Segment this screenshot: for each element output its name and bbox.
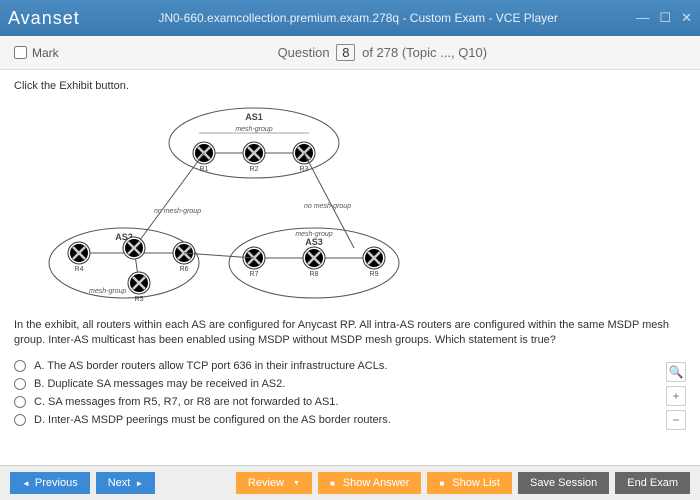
svg-text:R6: R6 (180, 266, 189, 273)
answer-d-radio[interactable] (14, 414, 26, 426)
svg-text:R1: R1 (200, 166, 209, 173)
question-header: Mark Question 8 of 278 (Topic ..., Q10) (0, 36, 700, 70)
mark-checkbox-wrap[interactable]: Mark (14, 46, 59, 60)
next-button[interactable]: Next (96, 472, 156, 494)
content-area: Click the Exhibit button. AS1 mesh-group… (0, 70, 700, 465)
window-controls: — ☐ ✕ (636, 10, 692, 26)
svg-text:R9: R9 (370, 271, 379, 278)
svg-text:no mesh-group: no mesh-group (154, 208, 201, 215)
answer-list: A. The AS border routers allow TCP port … (14, 357, 686, 429)
svg-text:R2: R2 (250, 166, 259, 173)
title-bar: Avanset JN0-660.examcollection.premium.e… (0, 0, 700, 36)
svg-text:AS1: AS1 (245, 112, 263, 122)
question-number: 8 (336, 44, 355, 61)
svg-text:AS3: AS3 (305, 237, 323, 247)
zoom-in-button[interactable]: + (666, 386, 686, 406)
window-title: JN0-660.examcollection.premium.exam.278q… (158, 11, 557, 25)
answer-b-radio[interactable] (14, 378, 26, 390)
close-icon[interactable]: ✕ (681, 10, 692, 26)
answer-c-radio[interactable] (14, 396, 26, 408)
instruction-text: Click the Exhibit button. (14, 80, 686, 92)
network-diagram: AS1 mesh-group R1 R2 R3 no mesh-group no… (44, 98, 414, 308)
answer-a-radio[interactable] (14, 360, 26, 372)
svg-text:R3: R3 (300, 166, 309, 173)
svg-text:mesh-group: mesh-group (235, 126, 272, 133)
previous-button[interactable]: Previous (10, 472, 90, 494)
zoom-controls: 🔍 + − (666, 362, 686, 430)
save-session-button[interactable]: Save Session (518, 472, 609, 494)
svg-text:R7: R7 (250, 271, 259, 278)
answer-d[interactable]: D. Inter-AS MSDP peerings must be config… (14, 411, 686, 429)
end-exam-button[interactable]: End Exam (615, 472, 690, 494)
app-logo: Avanset (8, 8, 80, 29)
answer-c[interactable]: C. SA messages from R5, R7, or R8 are no… (14, 393, 686, 411)
mark-checkbox[interactable] (14, 46, 27, 59)
svg-text:no mesh-group: no mesh-group (304, 203, 351, 210)
answer-a[interactable]: A. The AS border routers allow TCP port … (14, 357, 686, 375)
footer-toolbar: Previous Next Review Show Answer Show Li… (0, 465, 700, 500)
svg-text:R4: R4 (75, 266, 84, 273)
show-answer-button[interactable]: Show Answer (318, 472, 422, 494)
svg-text:R5: R5 (135, 296, 144, 303)
svg-text:mesh-group: mesh-group (295, 231, 332, 238)
minimize-icon[interactable]: — (636, 10, 649, 26)
mark-label: Mark (32, 46, 59, 60)
question-counter: Question 8 of 278 (Topic ..., Q10) (79, 44, 686, 61)
zoom-search-button[interactable]: 🔍 (666, 362, 686, 382)
maximize-icon[interactable]: ☐ (659, 10, 671, 26)
answer-b[interactable]: B. Duplicate SA messages may be received… (14, 375, 686, 393)
show-list-button[interactable]: Show List (427, 472, 512, 494)
question-text: In the exhibit, all routers within each … (14, 318, 686, 349)
svg-text:R8: R8 (310, 271, 319, 278)
zoom-out-button[interactable]: − (666, 410, 686, 430)
review-button[interactable]: Review (236, 472, 312, 494)
svg-text:mesh-group: mesh-group (89, 288, 126, 295)
